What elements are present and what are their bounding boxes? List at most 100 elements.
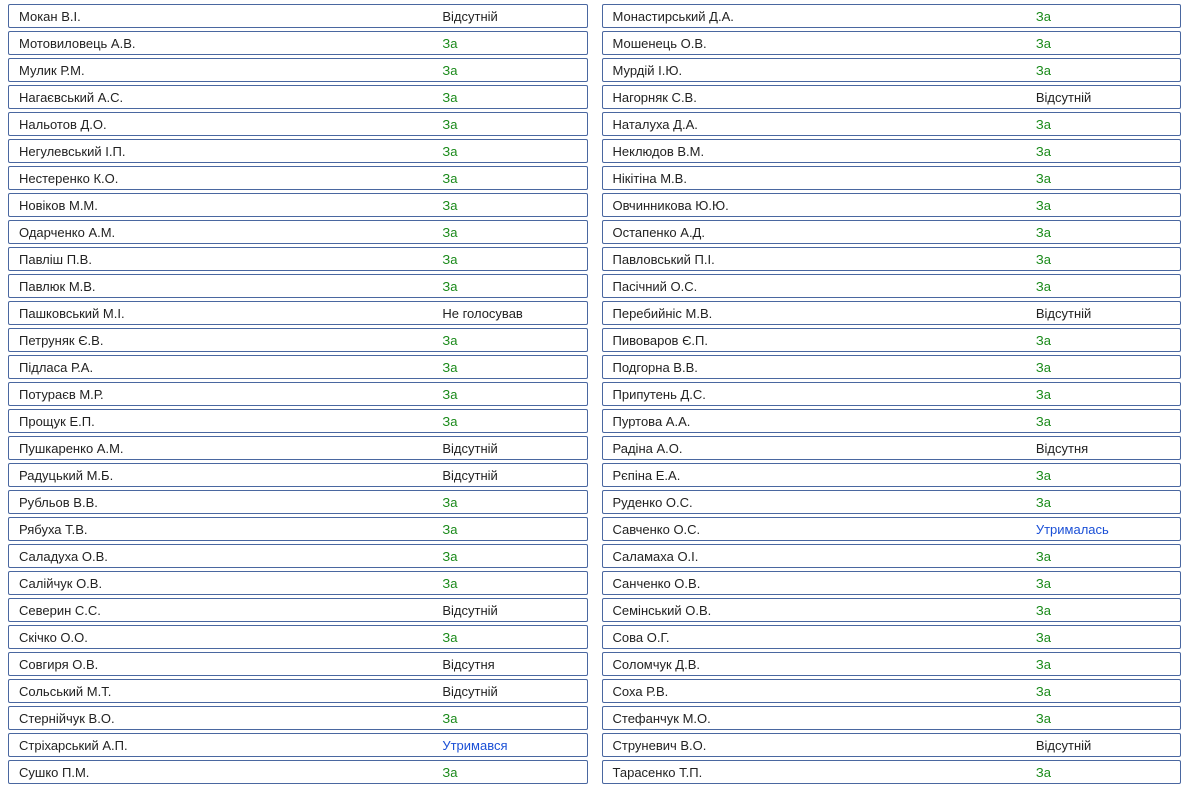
vote-value: За — [436, 59, 586, 82]
vote-value: За — [1030, 491, 1180, 514]
vote-value: За — [1030, 59, 1180, 82]
vote-value: Відсутній — [436, 599, 586, 622]
deputy-name: Тарасенко Т.П. — [603, 761, 1030, 784]
table-row: Пивоваров Є.П.За — [602, 328, 1182, 352]
table-row: Нікітіна М.В.За — [602, 166, 1182, 190]
vote-value: За — [436, 761, 586, 784]
table-row: Савченко О.С.Утрималась — [602, 517, 1182, 541]
deputy-name: Нестеренко К.О. — [9, 167, 436, 190]
deputy-name: Перебийніс М.В. — [603, 302, 1030, 325]
table-row: Петруняк Є.В.За — [8, 328, 588, 352]
table-row: Пашковський М.І.Не голосував — [8, 301, 588, 325]
table-row: Монастирський Д.А.За — [602, 4, 1182, 28]
vote-value: За — [436, 113, 586, 136]
vote-value: За — [1030, 545, 1180, 568]
deputy-name: Одарченко А.М. — [9, 221, 436, 244]
deputy-name: Сова О.Г. — [603, 626, 1030, 649]
deputy-name: Потураєв М.Р. — [9, 383, 436, 406]
deputy-name: Руденко О.С. — [603, 491, 1030, 514]
deputy-name: Стернійчук В.О. — [9, 707, 436, 730]
vote-value: За — [1030, 680, 1180, 703]
table-row: Пуртова А.А.За — [602, 409, 1182, 433]
vote-value: За — [1030, 356, 1180, 379]
deputy-name: Салійчук О.В. — [9, 572, 436, 595]
deputy-name: Нальотов Д.О. — [9, 113, 436, 136]
deputy-name: Новіков М.М. — [9, 194, 436, 217]
deputy-name: Соха Р.В. — [603, 680, 1030, 703]
table-row: Сольський М.Т.Відсутній — [8, 679, 588, 703]
left-column: Мокан В.І.ВідсутнійМотовиловець А.В.ЗаМу… — [8, 4, 588, 787]
deputy-name: Монастирський Д.А. — [603, 5, 1030, 28]
table-row: Совгиря О.В.Відсутня — [8, 652, 588, 676]
table-row: Санченко О.В.За — [602, 571, 1182, 595]
table-row: Мошенець О.В.За — [602, 31, 1182, 55]
table-row: Підласа Р.А.За — [8, 355, 588, 379]
deputy-name: Семінський О.В. — [603, 599, 1030, 622]
deputy-name: Скічко О.О. — [9, 626, 436, 649]
table-row: Потураєв М.Р.За — [8, 382, 588, 406]
vote-value: За — [436, 329, 586, 352]
vote-value: Відсутній — [1030, 734, 1180, 757]
table-row: Мокан В.І.Відсутній — [8, 4, 588, 28]
table-row: Семінський О.В.За — [602, 598, 1182, 622]
vote-value: За — [436, 32, 586, 55]
vote-value: За — [436, 248, 586, 271]
deputy-name: Нікітіна М.В. — [603, 167, 1030, 190]
table-row: Соха Р.В.За — [602, 679, 1182, 703]
vote-value: За — [436, 410, 586, 433]
vote-value: Відсутній — [1030, 302, 1180, 325]
table-row: Новіков М.М.За — [8, 193, 588, 217]
deputy-name: Рябуха Т.В. — [9, 518, 436, 541]
table-row: Рєпіна Е.А.За — [602, 463, 1182, 487]
deputy-name: Мурдій І.Ю. — [603, 59, 1030, 82]
deputy-name: Мошенець О.В. — [603, 32, 1030, 55]
vote-value: За — [436, 140, 586, 163]
vote-value: За — [1030, 167, 1180, 190]
vote-value: За — [436, 86, 586, 109]
deputy-name: Стефанчук М.О. — [603, 707, 1030, 730]
table-row: Павлюк М.В.За — [8, 274, 588, 298]
table-row: Подгорна В.В.За — [602, 355, 1182, 379]
deputy-name: Радіна А.О. — [603, 437, 1030, 460]
vote-value: Відсутній — [436, 437, 586, 460]
deputy-name: Пуртова А.А. — [603, 410, 1030, 433]
deputy-name: Санченко О.В. — [603, 572, 1030, 595]
table-row: Нагаєвський А.С.За — [8, 85, 588, 109]
table-row: Нагорняк С.В.Відсутній — [602, 85, 1182, 109]
vote-value: За — [436, 626, 586, 649]
vote-value: За — [1030, 194, 1180, 217]
deputy-name: Пивоваров Є.П. — [603, 329, 1030, 352]
deputy-name: Сушко П.М. — [9, 761, 436, 784]
deputy-name: Пушкаренко А.М. — [9, 437, 436, 460]
table-row: Тарасенко Т.П.За — [602, 760, 1182, 784]
table-row: Скічко О.О.За — [8, 625, 588, 649]
right-column: Монастирський Д.А.ЗаМошенець О.В.ЗаМурді… — [602, 4, 1182, 787]
deputy-name: Соломчук Д.В. — [603, 653, 1030, 676]
vote-value: За — [1030, 653, 1180, 676]
table-row: Саладуха О.В.За — [8, 544, 588, 568]
table-row: Руденко О.С.За — [602, 490, 1182, 514]
deputy-name: Павлюк М.В. — [9, 275, 436, 298]
vote-value: За — [1030, 599, 1180, 622]
vote-table: Мокан В.І.Відсутній Мотовиловець А.В.За Му… — [8, 4, 1181, 787]
table-row: Одарченко А.М.За — [8, 220, 588, 244]
deputy-name: Саладуха О.В. — [9, 545, 436, 568]
table-row: Нестеренко К.О.За — [8, 166, 588, 190]
table-row: Перебийніс М.В.Відсутній — [602, 301, 1182, 325]
vote-value: За — [1030, 761, 1180, 784]
deputy-name: Саламаха О.І. — [603, 545, 1030, 568]
deputy-name: Припутень Д.С. — [603, 383, 1030, 406]
table-row: Салійчук О.В.За — [8, 571, 588, 595]
table-row: Мотовиловець А.В.За — [8, 31, 588, 55]
table-row: Припутень Д.С.За — [602, 382, 1182, 406]
table-row: Струневич В.О.Відсутній — [602, 733, 1182, 757]
deputy-name: Павліш П.В. — [9, 248, 436, 271]
vote-value: За — [1030, 221, 1180, 244]
table-row: Овчинникова Ю.Ю.За — [602, 193, 1182, 217]
table-row: Прощук Е.П.За — [8, 409, 588, 433]
deputy-name: Рєпіна Е.А. — [603, 464, 1030, 487]
vote-value: За — [1030, 113, 1180, 136]
table-row: Павловський П.І.За — [602, 247, 1182, 271]
vote-value: За — [436, 707, 586, 730]
deputy-name: Прощук Е.П. — [9, 410, 436, 433]
